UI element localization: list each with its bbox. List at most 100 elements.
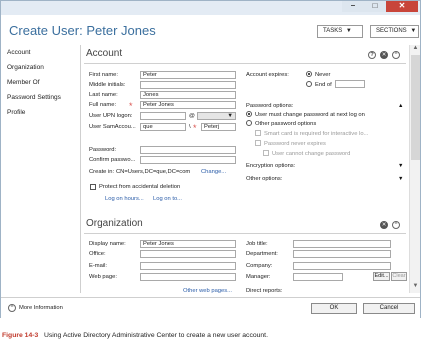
job-title-label: Job title:: [246, 241, 268, 247]
dialog-footer: ^ More Information OK Cancel: [1, 297, 420, 318]
collapse-arrow-icon[interactable]: ▲: [398, 103, 403, 109]
create-in-label: Create in:: [89, 169, 115, 175]
manager-edit-button[interactable]: Edit...: [373, 272, 390, 281]
manager-label: Manager:: [246, 274, 271, 280]
sam-separator: \: [189, 124, 191, 130]
expires-never-label: Never: [315, 72, 331, 78]
confirm-password-label: Confirm passwo...: [89, 157, 136, 163]
log-on-hours-link[interactable]: Log on hours...: [105, 196, 144, 202]
collapse-icon[interactable]: ^: [392, 51, 400, 59]
never-expires-checkbox[interactable]: [255, 140, 261, 146]
last-name-label: Last name:: [89, 92, 118, 98]
scrollbar-thumb[interactable]: [411, 55, 420, 160]
organization-section-header: Organization: [86, 218, 143, 229]
upn-domain-select[interactable]: ▼: [197, 112, 236, 120]
nav-item-account[interactable]: Account: [7, 49, 31, 56]
title-user-name: Peter Jones: [86, 23, 156, 38]
maximize-button[interactable]: □: [364, 1, 386, 12]
expand-arrow-icon[interactable]: ▼: [398, 176, 403, 182]
email-field[interactable]: [140, 262, 236, 270]
department-label: Department:: [246, 251, 278, 257]
password-field[interactable]: [140, 146, 236, 154]
manager-field[interactable]: [293, 273, 343, 281]
figure-caption-text: Using Active Directory Administrative Ce…: [43, 332, 268, 339]
sections-menu[interactable]: SECTIONS ▼: [370, 25, 419, 38]
confirm-password-field[interactable]: [140, 156, 236, 164]
section-divider: [84, 63, 406, 64]
upn-logon-label: User UPN logon:: [89, 113, 133, 119]
password-label: Password:: [89, 147, 117, 153]
close-section-icon[interactable]: ✕: [380, 221, 388, 229]
close-section-icon[interactable]: ✕: [380, 51, 388, 59]
cancel-button[interactable]: Cancel: [363, 303, 415, 314]
manager-clear-button[interactable]: Clear: [391, 272, 407, 281]
last-name-field[interactable]: Jones: [140, 91, 236, 99]
expires-never-radio[interactable]: [306, 71, 312, 77]
first-name-field[interactable]: Peter: [140, 71, 236, 79]
office-label: Office:: [89, 251, 106, 257]
required-icon: *: [193, 123, 197, 133]
nav-item-member-of[interactable]: Member Of: [7, 79, 40, 86]
direct-reports-label: Direct reports:: [246, 288, 283, 294]
page-title: Create User: Peter Jones: [9, 23, 156, 38]
tasks-label: TASKS: [323, 28, 343, 34]
other-web-pages-link[interactable]: Other web pages...: [183, 288, 232, 294]
expand-arrow-icon[interactable]: ▼: [398, 163, 403, 169]
change-container-link[interactable]: Change...: [201, 169, 226, 175]
vertical-scrollbar[interactable]: ▲ ▼: [409, 45, 420, 293]
email-label: E-mail:: [89, 263, 108, 269]
full-name-field[interactable]: Peter Jones: [140, 101, 236, 109]
create-in-value: CN=Users,DC=que,DC=com: [116, 169, 191, 175]
web-page-field[interactable]: [140, 273, 236, 281]
full-name-label: Full name:: [89, 102, 117, 108]
account-expires-label: Account expires:: [246, 72, 289, 78]
password-options-label: Password options:: [246, 103, 294, 109]
office-field[interactable]: [140, 250, 236, 258]
figure-caption: Figure 14-3 Using Active Directory Admin…: [2, 332, 268, 339]
nav-item-profile[interactable]: Profile: [7, 109, 25, 116]
nav-item-organization[interactable]: Organization: [7, 64, 44, 71]
encryption-options-label[interactable]: Encryption options:: [246, 163, 295, 169]
other-options-section-label[interactable]: Other options:: [246, 176, 282, 182]
figure-number: Figure 14-3: [2, 332, 39, 339]
smart-card-checkbox[interactable]: [255, 130, 261, 136]
log-on-to-link[interactable]: Log on to...: [153, 196, 182, 202]
expires-end-of-label: End of: [315, 82, 332, 88]
help-icon[interactable]: ?: [368, 51, 376, 59]
middle-initials-label: Middle initials:: [89, 82, 126, 88]
sam-domain-field: que: [140, 123, 186, 131]
display-name-field[interactable]: Peter Jones: [140, 240, 236, 248]
sam-account-label: User SamAccou...: [89, 124, 136, 130]
nav-item-password-settings[interactable]: Password Settings: [7, 94, 61, 101]
ok-button[interactable]: OK: [311, 303, 357, 314]
other-options-radio[interactable]: [246, 120, 252, 126]
close-window-button[interactable]: ✕: [386, 1, 418, 12]
chevron-down-icon: ▼: [227, 113, 233, 119]
sections-label: SECTIONS: [376, 28, 407, 34]
never-expires-label: Password never expires: [264, 141, 326, 147]
collapse-icon[interactable]: ^: [392, 221, 400, 229]
title-bar: – □ ✕: [1, 1, 420, 15]
more-information-link[interactable]: More Information: [19, 305, 63, 311]
minimize-button[interactable]: –: [342, 1, 364, 12]
company-field[interactable]: [293, 262, 391, 270]
expand-info-icon[interactable]: ^: [8, 304, 16, 312]
tasks-menu[interactable]: TASKS ▼: [317, 25, 363, 38]
expires-end-of-radio[interactable]: [306, 81, 312, 87]
account-section-header: Account: [86, 48, 123, 59]
sam-account-field[interactable]: Peterj: [201, 123, 236, 131]
sections-nav: Account Organization Member Of Password …: [1, 45, 81, 293]
protect-checkbox[interactable]: [90, 184, 96, 190]
department-field[interactable]: [293, 250, 391, 258]
scroll-down-icon[interactable]: ▼: [411, 283, 420, 289]
must-change-radio[interactable]: [246, 111, 252, 117]
web-page-label: Web page:: [89, 274, 117, 280]
expires-date-field[interactable]: [335, 80, 365, 88]
must-change-label: User must change password at next log on: [255, 112, 365, 118]
job-title-field[interactable]: [293, 240, 391, 248]
other-options-label: Other password options: [255, 121, 317, 127]
middle-initials-field[interactable]: [140, 81, 236, 89]
upn-logon-field[interactable]: [140, 112, 186, 120]
cannot-change-checkbox[interactable]: [263, 150, 269, 156]
scroll-up-icon[interactable]: ▲: [411, 45, 420, 51]
